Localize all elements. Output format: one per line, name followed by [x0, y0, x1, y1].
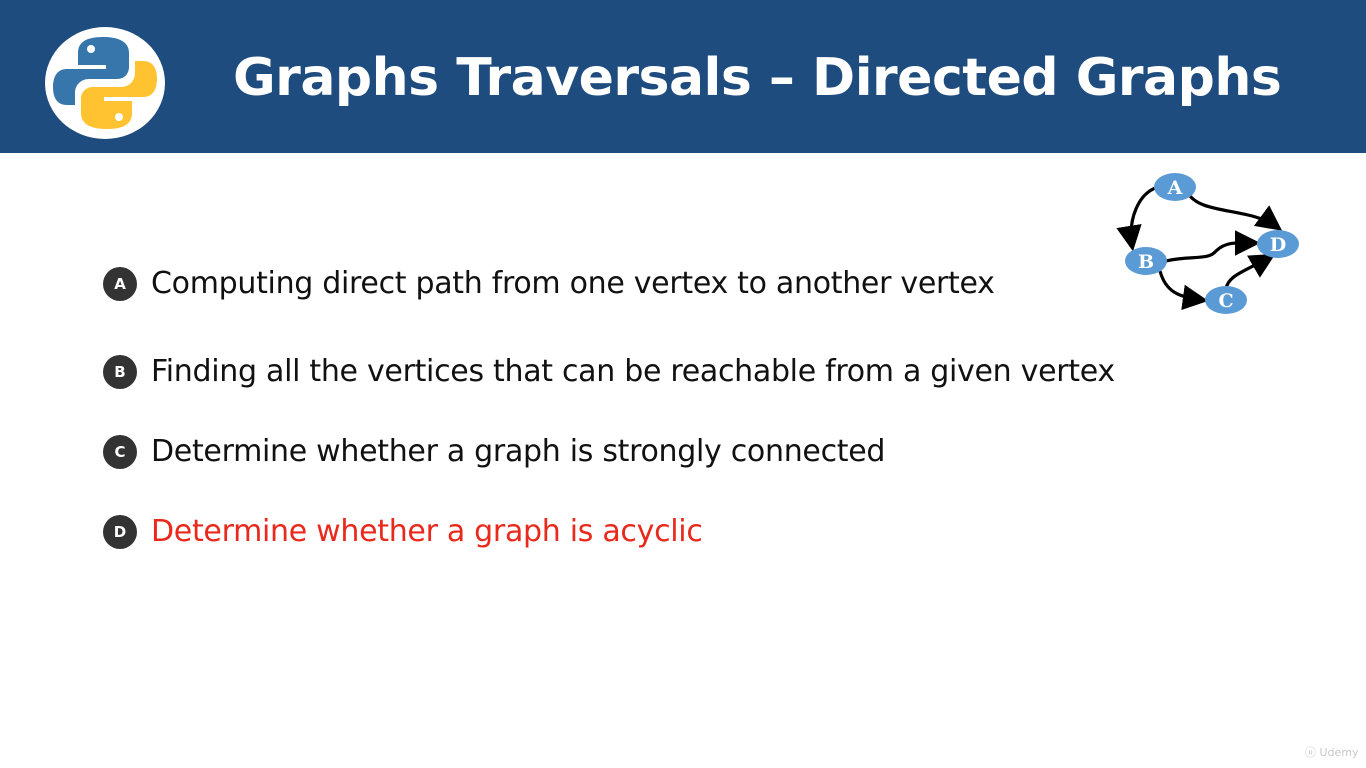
node-b: B [1125, 247, 1167, 275]
watermark-text: Udemy [1319, 746, 1359, 759]
node-b-label: B [1138, 251, 1154, 273]
node-d: D [1257, 230, 1299, 258]
list-item-d: D Determine whether a graph is acyclic [103, 514, 703, 549]
list-item-text: Determine whether a graph is strongly co… [151, 434, 886, 469]
edge-a-d [1186, 192, 1283, 231]
badge-c: C [103, 434, 137, 469]
node-c: C [1205, 286, 1247, 314]
edge-b-c [1158, 270, 1209, 311]
list-item-a: A Computing direct path from one vertex … [103, 266, 995, 301]
list-item-text-highlighted: Determine whether a graph is acyclic [151, 514, 703, 549]
node-d-label: D [1270, 234, 1286, 256]
edge-c-d [1224, 253, 1276, 290]
udemy-watermark: ⓤ Udemy [1305, 744, 1359, 760]
badge-d: D [103, 514, 137, 549]
list-item-c: C Determine whether a graph is strongly … [103, 434, 885, 469]
node-c-label: C [1218, 290, 1233, 312]
udemy-logo-icon: ⓤ [1305, 746, 1316, 759]
badge-b: B [103, 354, 137, 389]
directed-graph-diagram: A B C D [1110, 165, 1310, 330]
page-title: Graphs Traversals – Directed Graphs [233, 48, 1282, 108]
node-a-label: A [1167, 177, 1183, 199]
python-logo-icon [45, 27, 165, 139]
list-item-text: Computing direct path from one vertex to… [151, 266, 995, 301]
header-bar: Graphs Traversals – Directed Graphs [0, 0, 1366, 153]
badge-a: A [103, 266, 137, 301]
edge-b-d [1165, 230, 1261, 263]
list-item-b: B Finding all the vertices that can be r… [103, 354, 1115, 389]
edge-a-b [1116, 185, 1159, 252]
list-item-text: Finding all the vertices that can be rea… [151, 354, 1115, 389]
node-a: A [1154, 173, 1196, 201]
